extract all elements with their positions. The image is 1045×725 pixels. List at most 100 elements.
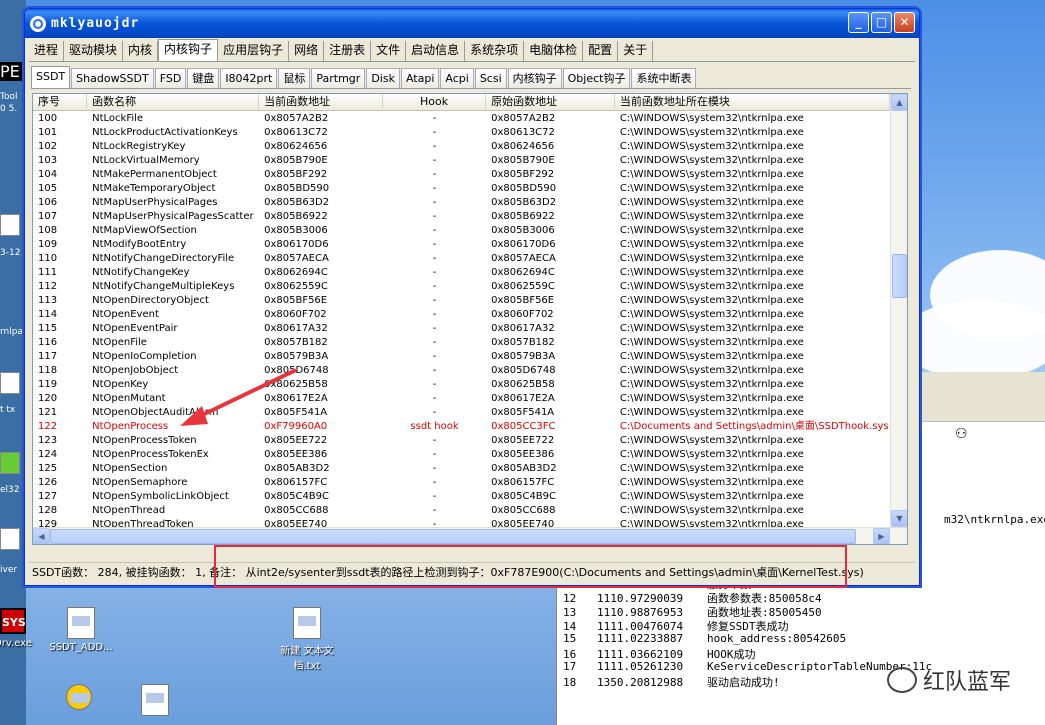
main-tab[interactable]: 注册表 [324,41,372,61]
column-header[interactable]: 原始函数地址 [486,94,615,111]
main-tab[interactable]: 关于 [618,41,654,61]
close-button[interactable]: ✕ [894,12,915,33]
sub-tab[interactable]: Partmgr [311,68,366,88]
table-cell: C:\WINDOWS\system32\ntkrnlpa.exe [619,253,804,264]
table-row[interactable]: 104 NtMakePermanentObject 0x805BF292 - 0x805… [33,168,890,182]
table-row[interactable]: 101 NtLockProductActivationKeys 0x80613C72… [33,126,890,140]
table-row[interactable]: 123 NtOpenProcessToken 0x805EE722 - 0x805EE7… [33,434,890,448]
column-header[interactable]: Hook [383,94,487,111]
main-tab[interactable]: 内核 [123,41,159,61]
column-header[interactable]: 当前函数地址 [259,94,383,111]
table-row[interactable]: 110 NtNotifyChangeDirectoryFile 0x8057AECA… [33,252,890,266]
scroll-thumb[interactable] [50,529,856,544]
main-tab[interactable]: 驱动模块 [64,41,124,61]
table-row[interactable]: 121 NtOpenObjectAuditAlarm 0x805F541A - 0x80… [33,406,890,420]
desktop-icon-ssdt-add[interactable]: SSDT_ADD... [46,607,116,653]
desktop-icon-file[interactable] [120,684,190,719]
desktop-left-label: rnlpa [0,327,23,337]
hooked-table-row[interactable]: 122 NtOpenProcess 0xF79960A0 ssdt hook 0x805… [33,420,890,434]
table-row[interactable]: 119 NtOpenKey 0x80625B58 - 0x80625B58 C:\WIND… [33,378,890,392]
table-row[interactable]: 118 NtOpenJobObject 0x805D6748 - 0x805D6748 C… [33,364,890,378]
table-row[interactable]: 127 NtOpenSymbolicLinkObject 0x805C4B9C - 0x… [33,490,890,504]
sub-tab[interactable]: 鼠标 [278,68,311,88]
desktop-file-icon[interactable] [0,214,20,236]
table-row[interactable]: 116 NtOpenFile 0x8057B182 - 0x8057B182 C:\WIN… [33,336,890,350]
desktop-icon-new-text[interactable]: 新建 文本文档.txt [272,607,342,672]
desktop-icon-radiation[interactable] [44,684,114,713]
table-cell: C:\WINDOWS\system32\ntkrnlpa.exe [619,351,804,362]
scroll-up-button[interactable]: ▲ [891,94,907,111]
table-row[interactable]: 111 NtNotifyChangeKey 0x8062694C - 0x8062694… [33,266,890,280]
desktop-file-icon[interactable] [0,452,20,474]
title-bar[interactable]: mklyauojdr _ □ ✕ [25,9,919,38]
table-row[interactable]: 126 NtOpenSemaphore 0x806157FC - 0x806157FC C… [33,476,890,490]
table-cell: NtOpenFile [92,337,147,348]
scroll-right-button[interactable]: ▶ [873,528,890,544]
sub-tab[interactable]: I8042prt [220,68,278,88]
sys-badge-icon[interactable]: SYS [0,608,26,634]
horizontal-scrollbar[interactable]: ◀ ▶ [33,527,907,544]
table-cell: 0x805F541A [491,407,555,418]
table-cell: NtMapUserPhysicalPages [92,197,218,208]
sub-tab[interactable]: Scsi [474,68,507,88]
main-tab[interactable]: 内核钩子 [158,39,219,61]
column-header[interactable]: 序号 [33,94,88,111]
sub-tab[interactable]: 键盘 [187,68,220,88]
table-cell: 114 [38,309,58,320]
table-cell: 0x805D6748 [491,365,556,376]
cloud-decoration [900,300,1045,380]
table-row[interactable]: 105 NtMakeTemporaryObject 0x805BD590 - 0x805… [33,182,890,196]
main-tab[interactable]: 启动信息 [406,41,466,61]
table-row[interactable]: 102 NtLockRegistryKey 0x80624656 - 0x8062465… [33,140,890,154]
table-row[interactable]: 125 NtOpenSection 0x805AB3D2 - 0x805AB3D2 C:\… [33,462,890,476]
main-tab[interactable]: 应用层钩子 [218,41,290,61]
sub-tab[interactable]: Disk [366,68,400,88]
table-cell: 0x805BF292 [264,169,328,180]
table-row[interactable]: 100 NtLockFile 0x8057A2B2 - 0x8057A2B2 C:\WIN… [33,112,890,126]
sub-tab[interactable]: 内核钩子 [507,68,562,88]
table-row[interactable]: 128 NtOpenThread 0x805CC688 - 0x805CC688 C:\W… [33,504,890,518]
table-row[interactable]: 112 NtNotifyChangeMultipleKeys 0x8062559C -… [33,280,890,294]
table-row[interactable]: 117 NtOpenIoCompletion 0x80579B3A - 0x80579B… [33,350,890,364]
table-row[interactable]: 120 NtOpenMutant 0x80617E2A - 0x80617E2A C:\W… [33,392,890,406]
table-row[interactable]: 114 NtOpenEvent 0x8060F702 - 0x8060F702 C:\WI… [33,308,890,322]
table-row[interactable]: 124 NtOpenProcessTokenEx 0x805EE386 - 0x805E… [33,448,890,462]
sub-tab[interactable]: Object钩子 [562,68,631,88]
main-tab[interactable]: 文件 [371,41,407,61]
table-cell: - [432,141,437,152]
main-tab[interactable]: 配置 [583,41,619,61]
sub-tab[interactable]: Atapi [400,68,440,88]
column-header[interactable]: 函数名称 [87,94,260,111]
table-row[interactable]: 108 NtMapViewOfSection 0x805B3006 - 0x805B30… [33,224,890,238]
main-tab[interactable]: 进程 [29,41,65,61]
column-header[interactable]: 当前函数地址所在模块 [615,94,890,111]
sub-tab[interactable]: 系统中断表 [631,68,697,88]
sub-tab[interactable]: SSDT [31,66,71,88]
scroll-thumb[interactable] [892,254,907,298]
table-cell: 103 [38,155,58,166]
table-row[interactable]: 115 NtOpenEventPair 0x80617A32 - 0x80617A32 C… [33,322,890,336]
minimize-button[interactable]: _ [848,12,869,33]
desktop-icon-drv[interactable]: Drv.exe [0,638,48,649]
binoculars-icon[interactable]: ⚇ [955,426,968,442]
vertical-scrollbar[interactable]: ▲ ▼ [890,94,907,527]
main-tab[interactable]: 系统杂项 [465,41,525,61]
main-tab[interactable]: 网络 [289,41,325,61]
sub-tab[interactable]: ShadowSSDT [71,68,154,88]
table-row[interactable]: 107 NtMapUserPhysicalPagesScatter 0x805B69… [33,210,890,224]
table-row[interactable]: 109 NtModifyBootEntry 0x806170D6 - 0x806170D… [33,238,890,252]
table-cell: - [432,211,437,222]
sub-tab[interactable]: Acpi [440,68,474,88]
desktop-file-icon[interactable] [0,372,20,394]
table-row[interactable]: 103 NtLockVirtualMemory 0x805B790E - 0x805B7… [33,154,890,168]
ssdt-list[interactable]: 序号 函数名称 当前函数地址 Hook 原始函数地址 当前函数地址所在模块 100 NtLo… [32,93,908,545]
table-row[interactable]: 106 NtMapUserPhysicalPages 0x805B63D2 - 0x80… [33,196,890,210]
table-row[interactable]: 113 NtOpenDirectoryObject 0x805BF56E - 0x805… [33,294,890,308]
desktop-file-icon[interactable] [0,528,20,550]
maximize-button[interactable]: □ [871,12,892,33]
main-tab[interactable]: 电脑体检 [524,41,584,61]
sub-tab[interactable]: FSD [154,68,187,88]
scroll-left-button[interactable]: ◀ [33,528,50,544]
table-cell: NtOpenProcessToken [92,435,197,446]
scroll-down-button[interactable]: ▼ [891,510,907,527]
